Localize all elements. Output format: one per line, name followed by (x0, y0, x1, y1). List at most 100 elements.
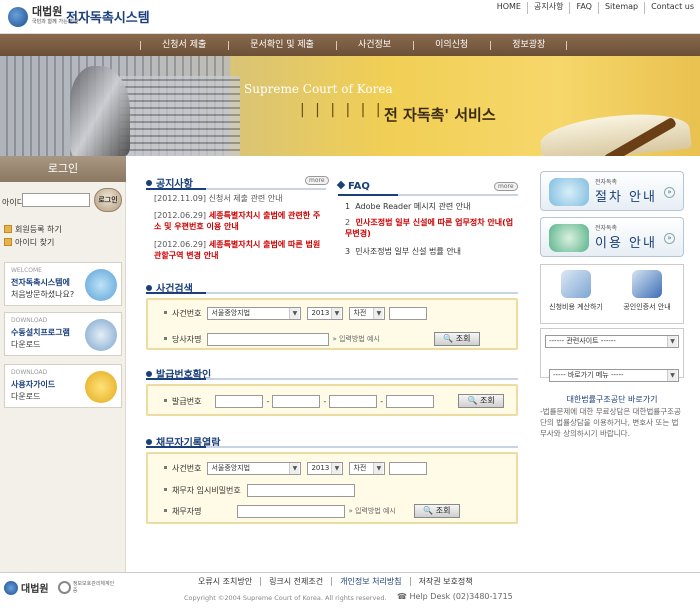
checkbox-icon (4, 225, 12, 233)
nav-case-info[interactable]: 사건정보 (335, 34, 413, 56)
monitor-icon (85, 269, 117, 301)
bullet-icon (146, 439, 152, 445)
debtor-court-select[interactable]: 서울중앙지법 (207, 462, 302, 475)
footer-link-linking[interactable]: 링크시 전제조건 (260, 577, 331, 586)
issue-number-input-2[interactable] (272, 394, 321, 408)
nav-apply[interactable]: 신청서 제출 (140, 34, 228, 56)
top-link-contact[interactable]: Contact us (644, 2, 700, 14)
footer-logo-text: 대법원 (21, 584, 49, 595)
guide-download-box[interactable]: DOWNLOAD 사용자가이드 다운로드 (4, 364, 122, 408)
top-link-faq[interactable]: FAQ (569, 2, 598, 14)
case-number-label: 사건번호 (162, 308, 201, 319)
footer-links: 오류시 조치방안 링크시 전제조건 개인정보 처리방침 저작권 보호정책 (190, 577, 481, 586)
help-desk: ☎ Help Desk (02)3480-1715 (397, 592, 513, 601)
faq-text: 민사조정법 일부 신설 법률 안내 (355, 247, 462, 256)
faq-item[interactable]: 1 Adobe Reader 메시지 관련 안내 (345, 201, 520, 212)
case-search-button-label: 조회 (455, 334, 471, 343)
debtor-input-guide-link[interactable]: » 입력방법 예시 (348, 506, 395, 516)
debtor-year-select[interactable]: 2013 (307, 462, 344, 475)
faq-title[interactable]: FAQ (336, 180, 370, 192)
issue-number-label: 발급번호 (162, 396, 201, 407)
installer-download-box[interactable]: DOWNLOAD 수동설치프로그램 다운로드 (4, 312, 122, 356)
notice-item[interactable]: [2012.11.09] 신청서 제출 관련 안내 (154, 193, 324, 204)
issue-number-input-1[interactable] (215, 394, 264, 408)
debtor-search-button-label: 조회 (435, 506, 451, 515)
notice-more-button[interactable]: more (305, 176, 329, 185)
banner-service-name: 전 자독촉' 서비스 (384, 106, 496, 124)
footer-link-error[interactable]: 오류시 조치방안 (190, 577, 260, 586)
notice-date: [2012.06.29] (154, 240, 207, 249)
related-sites-select[interactable]: ------ 관련사이트 ------ (545, 335, 679, 348)
issue-check-button[interactable]: 🔍 조회 (458, 394, 505, 408)
top-link-home[interactable]: HOME (491, 2, 527, 14)
find-id-label: 아이디 찾기 (15, 238, 55, 247)
notice-item[interactable]: [2012.06.29] 세종특별자치시 출범에 관련한 주소 및 우편번호 이… (154, 210, 326, 232)
welcome-kicker: WELCOME (11, 267, 42, 274)
court-select[interactable]: 서울중앙지법 (207, 307, 302, 320)
input-guide-link[interactable]: » 입력방법 예시 (332, 334, 379, 344)
security-cert-text: 정보보호관리체계인증 (72, 581, 115, 594)
certificate-guide-link[interactable]: 공인인증서 안내 (612, 270, 682, 320)
fee-calculator-label: 신청비용 계산하기 (549, 303, 603, 311)
top-link-notice[interactable]: 공지사항 (527, 2, 569, 14)
debtor-name-input[interactable] (237, 504, 346, 518)
debtor-name-label: 채무자명 (162, 506, 201, 517)
fee-calculator-link[interactable]: 신청비용 계산하기 (544, 270, 608, 320)
procedure-guide-big: 절차 안내 (595, 190, 657, 205)
lock-icon (632, 270, 662, 298)
debtor-input-guide-text: 입력방법 예시 (354, 507, 396, 515)
top-nav: HOME 공지사항 FAQ Sitemap Contact us (491, 0, 700, 14)
login-button[interactable]: 로그인 (94, 188, 122, 212)
footer-link-copyright[interactable]: 저작권 보호정책 (409, 577, 481, 586)
debtor-case-number-input[interactable] (389, 462, 428, 475)
welcome-box[interactable]: WELCOME 전자독촉시스템에 처음방문하셨나요? (4, 262, 122, 306)
issue-check-box: 발급번호 - - - 🔍 조회 (146, 384, 518, 416)
faq-more-button[interactable]: more (494, 182, 518, 191)
case-number-input[interactable] (389, 307, 428, 320)
court-emblem-icon (8, 7, 28, 27)
debtor-case-row: 사건번호 서울중앙지법 2013 차전 (162, 462, 428, 475)
issue-check-underline (146, 378, 518, 380)
debtor-search-button[interactable]: 🔍 조회 (413, 504, 460, 518)
footer-link-privacy[interactable]: 개인정보 처리방침 (331, 577, 409, 586)
magnifier-icon: 🔍 (443, 334, 454, 343)
find-id-link[interactable]: 아이디 찾기 (4, 237, 54, 248)
faq-title-text: FAQ (348, 181, 370, 192)
debtor-type-select[interactable]: 차전 (349, 462, 386, 475)
nav-info[interactable]: 정보광장 (490, 34, 568, 56)
security-cert-logo: 정보보호관리체계인증 (58, 580, 118, 594)
installer-sub: 다운로드 (11, 340, 41, 349)
footer-court-logo: 대법원 (4, 580, 49, 595)
faq-item[interactable]: 3 민사조정법 일부 신설 법률 안내 (345, 246, 520, 257)
case-number-row: 사건번호 서울중앙지법 2013 차전 (162, 307, 428, 320)
main-banner: Supreme Court of Korea | | | | | | 전 자독촉… (0, 56, 700, 156)
procedure-guide-button[interactable]: 전자독촉 절차 안내 » (540, 171, 684, 211)
notice-item[interactable]: [2012.06.29] 세종특별자치시 출범에 따른 법원 관할구역 변경 안… (154, 239, 326, 261)
nav-objection[interactable]: 이의신청 (413, 34, 490, 56)
notice-text: 신청서 제출 관련 안내 (208, 194, 283, 203)
case-type-select[interactable]: 차전 (349, 307, 386, 320)
system-name[interactable]: 전자독촉시스템 (66, 7, 150, 26)
procedure-guide-small: 전자독촉 (595, 179, 618, 186)
shortcut-menu-select[interactable]: ----- 바로가기 메뉴 ----- (549, 369, 679, 382)
case-search-button[interactable]: 🔍 조회 (433, 332, 480, 346)
year-select[interactable]: 2013 (307, 307, 344, 320)
party-name-label: 당사자명 (162, 334, 201, 345)
top-link-sitemap[interactable]: Sitemap (597, 2, 644, 14)
faq-item[interactable]: 2 민사조정법 일부 신설에 따른 업무정차 안내(업무변경) (345, 217, 520, 239)
notice-date: [2012.11.09] (154, 194, 207, 203)
usage-guide-small: 전자독촉 (595, 225, 618, 232)
issue-number-input-3[interactable] (329, 394, 378, 408)
bullet-icon (146, 285, 152, 291)
legal-aid-link[interactable]: 대한법률구조공단 바로가기 (540, 394, 684, 405)
party-name-input[interactable] (207, 332, 330, 346)
join-link[interactable]: 회원등록 하기 (4, 224, 62, 235)
nav-docs[interactable]: 문서확인 및 제출 (228, 34, 336, 56)
banner-bars: | | | | | | (300, 102, 384, 118)
dash: - (266, 396, 270, 406)
usage-guide-button[interactable]: 전자독촉 이용 안내 » (540, 217, 684, 257)
debtor-password-input[interactable] (246, 484, 355, 497)
issue-number-input-4[interactable] (386, 394, 435, 408)
issue-check-button-label: 조회 (480, 396, 495, 405)
id-input[interactable] (22, 193, 90, 207)
